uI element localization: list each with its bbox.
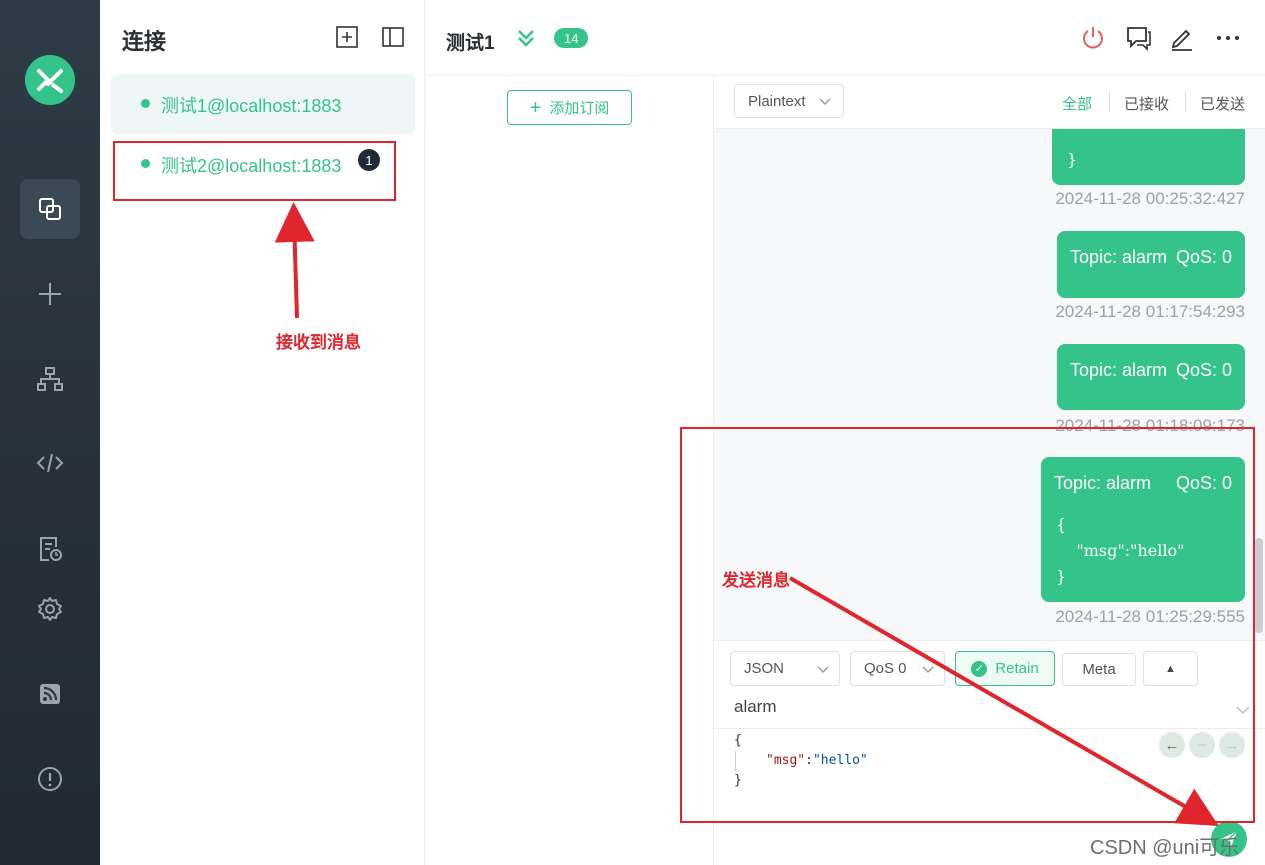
connections-panel: 连接 测试1@localhost:1883 测试2@localhost:1883… (100, 0, 425, 865)
annotation-box-send (680, 427, 1255, 823)
connection-name: 测试1 (446, 33, 495, 54)
connections-icon[interactable] (20, 179, 80, 239)
more-icon[interactable] (1214, 24, 1242, 52)
connection-label: 测试1@localhost:1883 (161, 96, 342, 116)
add-subscription-button[interactable]: + 添加订阅 (507, 90, 632, 125)
code-icon[interactable] (20, 433, 80, 493)
annotation-box-received (113, 141, 396, 201)
message-topic: Topic: alarm (1070, 360, 1168, 380)
annotation-send-label: 发送消息 (722, 571, 790, 590)
message-bubble[interactable]: Topic: alarm QoS: 0 (1057, 344, 1245, 410)
filter-received[interactable]: 已接收 (1124, 93, 1169, 114)
message-timestamp: 2024-11-28 01:17:54:293 (1055, 302, 1245, 321)
filter-sent[interactable]: 已发送 (1200, 93, 1245, 114)
log-icon[interactable] (20, 519, 80, 579)
annotation-received-label: 接收到消息 (276, 333, 361, 352)
app-sidebar (0, 0, 100, 865)
subscriptions-panel: + 添加订阅 (426, 77, 714, 865)
connection-item-1[interactable]: 测试1@localhost:1883 (111, 74, 415, 134)
message-payload: } (1067, 150, 1078, 169)
message-topic: Topic: alarm (1070, 247, 1168, 267)
about-icon[interactable] (20, 749, 80, 809)
power-icon[interactable] (1079, 24, 1107, 52)
message-scrollbar[interactable] (1255, 538, 1263, 633)
plus-icon: + (529, 96, 542, 119)
message-qos: QoS: 0 (1175, 247, 1232, 267)
new-connection-icon[interactable] (336, 26, 358, 48)
app-logo (25, 55, 75, 105)
subscribe-icon[interactable] (20, 664, 80, 724)
status-dot (141, 99, 150, 108)
chevron-down-icon[interactable] (514, 26, 538, 50)
connections-title: 连接 (122, 29, 167, 54)
message-bubble[interactable]: Topic: alarm QoS: 0 (1057, 231, 1245, 298)
filter-all[interactable]: 全部 (1062, 93, 1092, 114)
connection-header: 测试1 14 (426, 0, 1265, 76)
edit-icon[interactable] (1168, 24, 1196, 52)
settings-icon[interactable] (20, 579, 80, 639)
plus-icon[interactable] (20, 264, 80, 324)
payload-format-value: Plaintext (748, 92, 806, 110)
add-subscription-label: 添加订阅 (549, 100, 610, 117)
toggle-panel-icon[interactable] (382, 26, 404, 48)
message-qos: QoS: 0 (1175, 360, 1232, 380)
chevron-down-icon (819, 98, 831, 105)
payload-format-select[interactable]: Plaintext (734, 84, 844, 118)
message-toolbar: Plaintext 全部 已接收 已发送 (714, 77, 1265, 129)
message-timestamp: 2024-11-28 00:25:32:427 (1055, 189, 1245, 208)
watermark-text: CSDN @uni可乐 (1090, 837, 1240, 859)
message-count-badge: 14 (554, 28, 589, 48)
topology-icon[interactable] (20, 349, 80, 409)
comment-icon[interactable] (1124, 24, 1152, 52)
